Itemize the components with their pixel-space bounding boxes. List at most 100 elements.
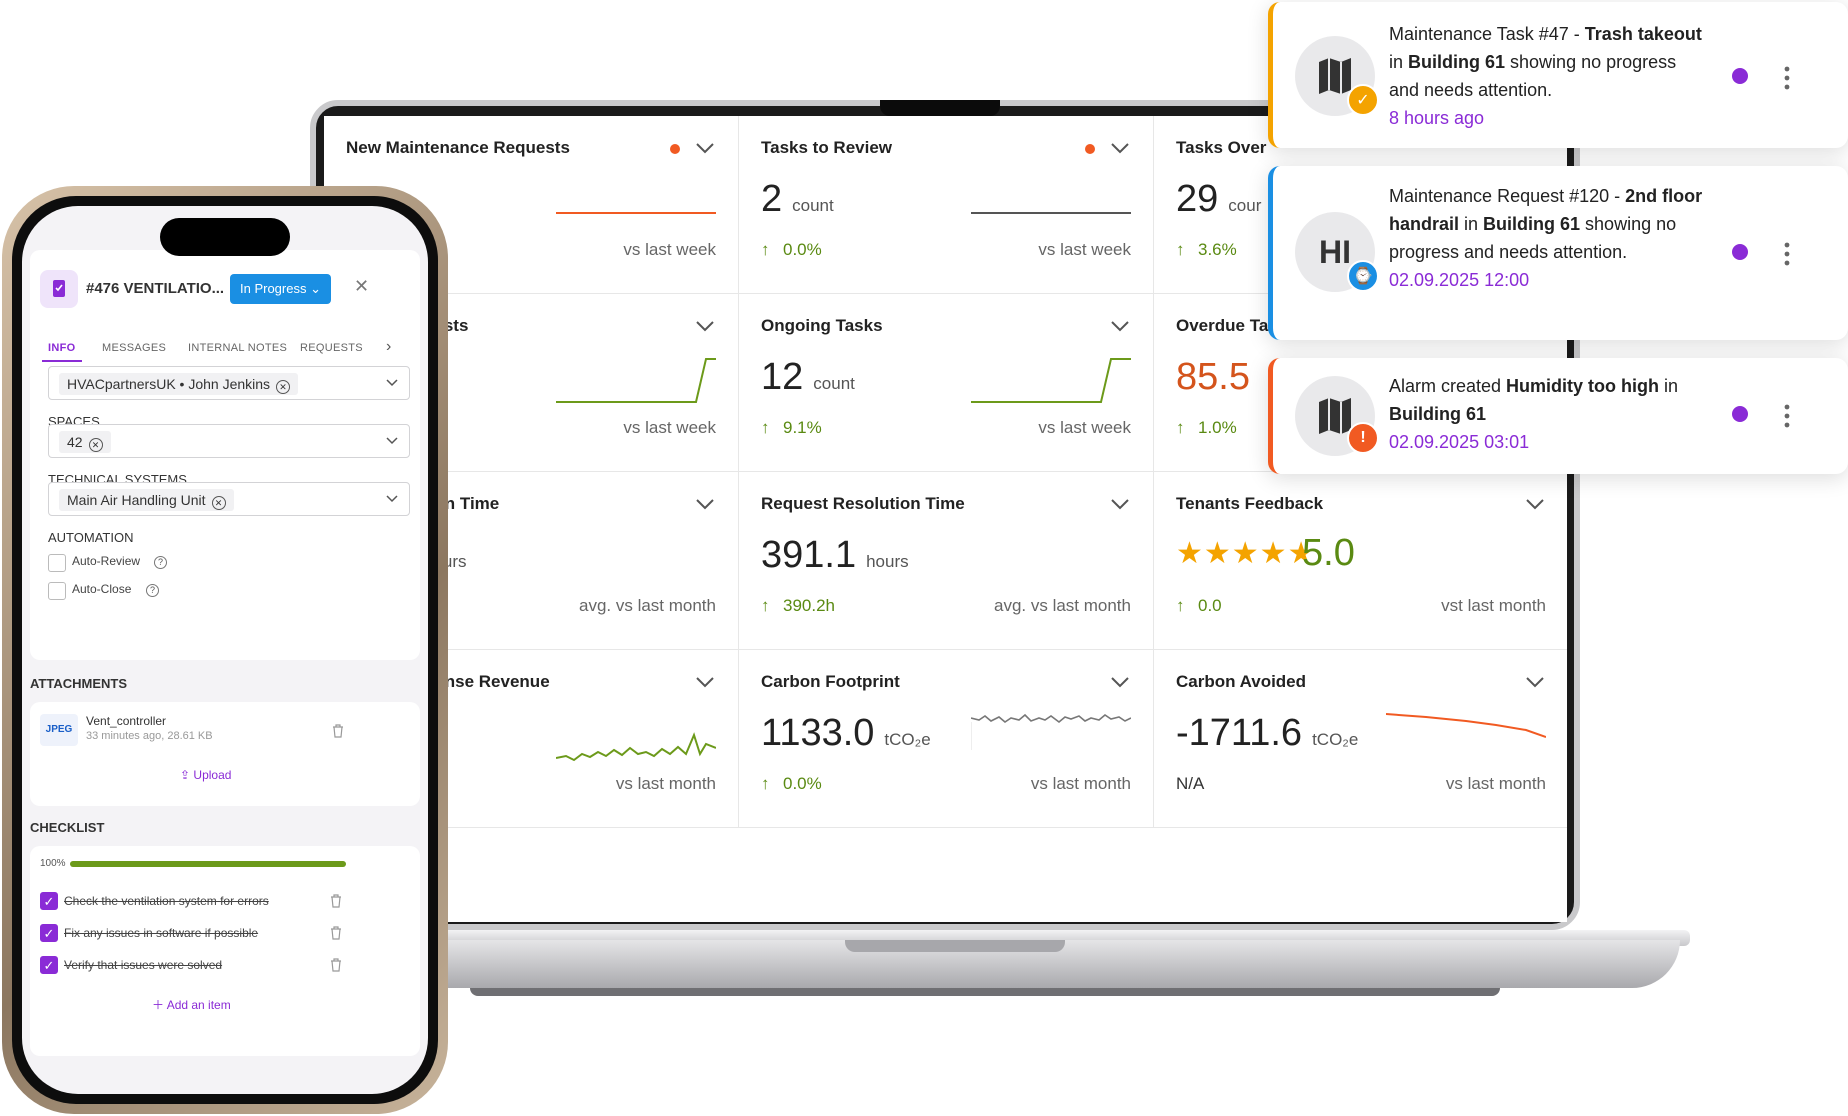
status-label: In Progress	[240, 281, 307, 296]
checklist-item-checkbox[interactable]: ✓	[40, 924, 58, 942]
change-value: 9.1%	[783, 418, 822, 437]
more-vertical-icon[interactable]	[1784, 242, 1790, 266]
chevron-down-icon[interactable]	[1109, 672, 1131, 692]
chevron-down-icon[interactable]	[694, 494, 716, 514]
card-title: Carbon Footprint	[761, 672, 900, 691]
notification-message: Maintenance Request #120 - 2nd floor han…	[1389, 186, 1703, 290]
chevron-down-icon[interactable]	[694, 316, 716, 336]
kpi-card-carbon-footprint[interactable]: Carbon Footprint 1133.0 tCO₂e ↑ 0.0% vs la…	[739, 650, 1154, 828]
kpi-value: 12 count	[761, 356, 855, 399]
task-title: #476 VENTILATIO...	[86, 280, 225, 297]
more-vertical-icon[interactable]	[1784, 66, 1790, 90]
upload-button[interactable]: ⇪ Upload	[180, 768, 231, 782]
notification-message: Maintenance Task #47 - Trash takeout in …	[1389, 24, 1702, 128]
chevron-down-icon[interactable]	[1109, 316, 1131, 336]
trash-icon[interactable]	[330, 894, 342, 908]
kpi-card-ongoing-tasks[interactable]: Ongoing Tasks 12 count ↑ 9.1% vs last week	[739, 294, 1154, 472]
clipboard-icon	[53, 280, 65, 297]
upload-icon: ⇪	[180, 768, 191, 782]
trash-icon[interactable]	[332, 724, 344, 738]
warning-icon: !	[1347, 422, 1379, 454]
change-value: 390.2h	[783, 596, 835, 615]
checklist-label: CHECKLIST	[30, 820, 105, 835]
sparkline	[971, 212, 1131, 214]
value-unit: cour	[1228, 196, 1262, 215]
help-icon[interactable]: ?	[154, 556, 167, 569]
trash-icon[interactable]	[330, 926, 342, 940]
plus-icon: ＋	[152, 998, 165, 1012]
checklist-item-checkbox[interactable]: ✓	[40, 892, 58, 910]
auto-close-checkbox[interactable]	[48, 582, 66, 600]
technical-systems-select[interactable]: Main Air Handling Unit ✕	[48, 482, 410, 516]
assignee-select[interactable]: HVACpartnersUK • John Jenkins ✕	[48, 366, 410, 400]
kpi-card-tasks-to-review[interactable]: Tasks to Review 2 count ↑ 0.0% vs last wee…	[739, 116, 1154, 294]
auto-review-checkbox[interactable]	[48, 554, 66, 572]
arrow-up-icon: ↑	[1176, 596, 1185, 615]
value-number: 1133.0	[761, 712, 875, 754]
chevron-down-icon[interactable]	[1109, 494, 1131, 514]
notification-card[interactable]: ✓ Maintenance Task #47 - Trash takeout i…	[1268, 2, 1848, 148]
value-unit: tCO₂e	[1312, 730, 1359, 749]
unread-indicator	[1732, 244, 1748, 260]
value-unit: count	[813, 374, 855, 393]
card-title: Request Resolution Time	[761, 494, 965, 513]
value-number: 29	[1176, 178, 1219, 220]
chevron-down-icon[interactable]	[1524, 672, 1546, 692]
value-number: 2	[761, 178, 783, 220]
sparkline	[1386, 713, 1546, 738]
tab-info[interactable]: INFO	[48, 342, 75, 354]
jpeg-file-icon: JPEG	[40, 714, 78, 746]
tab-internal-notes[interactable]: INTERNAL NOTES	[188, 342, 287, 354]
kpi-card-tenants-feedback[interactable]: Tenants Feedback ★★★★★ 5.0 ↑ 0.0 vst last…	[1154, 472, 1567, 650]
comparison-label: avg. vs last month	[578, 596, 716, 615]
notification-card[interactable]: HI ⌚ Maintenance Request #120 - 2nd floo…	[1268, 166, 1848, 340]
kpi-value: 2 count	[761, 178, 834, 221]
checklist-progress-fill	[70, 861, 346, 867]
kpi-value: 85.5	[1176, 356, 1250, 399]
sparkline	[556, 358, 716, 403]
card-title: Overdue Ta	[1176, 316, 1269, 335]
change-indicator: ↑ 390.2h	[761, 596, 835, 616]
remove-chip-icon[interactable]: ✕	[211, 496, 226, 510]
kpi-card-carbon-avoided[interactable]: Carbon Avoided -1711.6 tCO₂e N/A vs last …	[1154, 650, 1567, 828]
chevron-down-icon: ⌄	[310, 281, 322, 296]
comparison-label: vs last month	[1030, 774, 1131, 793]
arrow-up-icon: ↑	[761, 240, 770, 259]
active-tab-underline	[42, 360, 82, 362]
remove-chip-icon[interactable]: ✕	[276, 380, 291, 394]
close-icon[interactable]: ✕	[354, 276, 369, 297]
kpi-value: 29 cour	[1176, 178, 1261, 221]
tab-requests[interactable]: REQUESTS	[300, 342, 363, 354]
notification-card[interactable]: ! Alarm created Humidity too high in Bui…	[1268, 358, 1848, 474]
kpi-value: 391.1 hours	[761, 534, 909, 577]
status-dropdown[interactable]: In Progress ⌄	[230, 274, 332, 304]
spaces-select[interactable]: 42 ✕	[48, 424, 410, 458]
chevron-down-icon[interactable]	[694, 138, 716, 158]
arrow-up-icon: ↑	[1176, 240, 1185, 259]
remove-chip-icon[interactable]: ✕	[88, 438, 103, 452]
chevron-down-icon[interactable]	[1109, 138, 1131, 158]
unread-indicator	[1732, 406, 1748, 422]
chevron-down-icon[interactable]	[1524, 494, 1546, 514]
add-item-button[interactable]: ＋ Add an item	[152, 996, 231, 1013]
chevron-right-icon[interactable]: ›	[386, 338, 391, 356]
comparison-label: vs last week	[623, 240, 716, 259]
phone-screen: #476 VENTILATIO... In Progress ⌄ ✕ INFO …	[22, 206, 428, 1094]
checklist-item-checkbox[interactable]: ✓	[40, 956, 58, 974]
more-vertical-icon[interactable]	[1784, 404, 1790, 428]
file-name[interactable]: Vent_controller	[86, 714, 166, 728]
chevron-down-icon[interactable]	[694, 672, 716, 692]
checklist-progress-track	[70, 861, 346, 867]
sparkline	[971, 358, 1131, 403]
help-icon[interactable]: ?	[146, 584, 159, 597]
trash-icon[interactable]	[330, 958, 342, 972]
kpi-card-request-resolution-time[interactable]: Request Resolution Time 391.1 hours ↑ 390.…	[739, 472, 1154, 650]
notification-time: 02.09.2025 12:00	[1389, 270, 1530, 290]
alert-dot	[1085, 144, 1095, 154]
comparison-label: vs last month	[615, 774, 716, 793]
value-unit: count	[792, 196, 834, 215]
change-value: 0.0%	[783, 240, 822, 259]
tab-messages[interactable]: MESSAGES	[102, 342, 166, 354]
laptop-camera-notch	[880, 100, 1000, 116]
notification-time: 02.09.2025 03:01	[1389, 432, 1530, 452]
